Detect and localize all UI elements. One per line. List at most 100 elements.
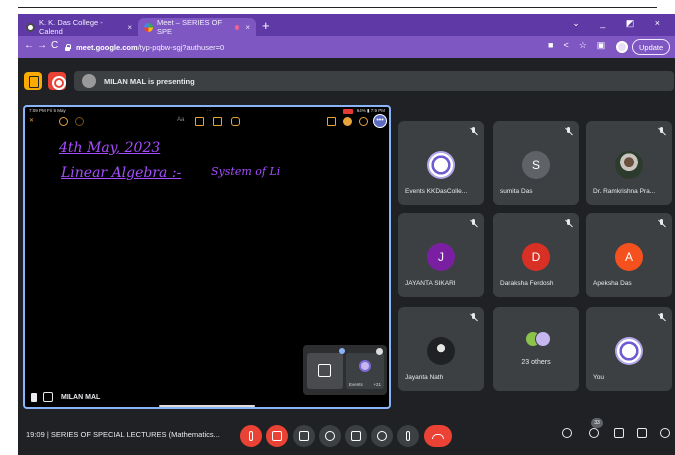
presenting-banner: MILAN MAL is presenting (74, 71, 674, 91)
pip-options-icon[interactable] (376, 348, 383, 355)
more-vert-icon (406, 431, 410, 441)
window-controls[interactable]: ⌄ _ ◩ × (572, 18, 669, 29)
participant-tile[interactable]: Dr. Ramkrishna Pra... (586, 121, 672, 205)
participant-avatar (427, 151, 455, 179)
others-label: 23 others (521, 359, 551, 366)
present-icon (351, 431, 361, 441)
captions-icon (299, 431, 309, 441)
meet-top-bar: MILAN MAL is presenting (18, 58, 675, 106)
presenter-name: MILAN MAL (61, 393, 101, 401)
more-options-button[interactable] (397, 425, 419, 447)
markup-icon (343, 117, 352, 126)
presenting-text: MILAN MAL is presenting (104, 76, 195, 86)
new-tab-button[interactable]: + (262, 18, 270, 33)
meet-favicon-icon (144, 22, 153, 32)
participant-name: JAYANTA SIKARI (405, 280, 456, 287)
participant-avatar: S (522, 151, 550, 179)
camera-button[interactable] (266, 425, 288, 447)
tab-search-icon[interactable]: ▣ (597, 40, 606, 51)
reload-icon[interactable]: C (51, 40, 58, 51)
chat-icon[interactable] (613, 427, 625, 439)
profile-avatar-icon[interactable] (616, 41, 628, 53)
leave-call-button[interactable] (424, 425, 452, 447)
participant-tile[interactable]: J JAYANTA SIKARI (398, 213, 484, 297)
url-field[interactable]: meet.google.com /typ-pqbw-sgj?authuser=0 (64, 39, 549, 55)
camera-in-use-icon[interactable]: ■ (548, 40, 553, 51)
tab-meet[interactable]: Meet – SERIES OF SPE × (138, 18, 256, 36)
participant-name: You (593, 374, 604, 381)
participant-tile[interactable]: 23 others (493, 307, 579, 391)
participant-avatar (427, 337, 455, 365)
home-indicator (159, 405, 255, 407)
participant-name: sumita Das (500, 188, 533, 195)
tab-strip: K. K. Das College - Calend × Meet – SERI… (18, 14, 675, 36)
tablet-time: 7:09 PM Fri 5 May (29, 108, 66, 113)
microphone-off-icon (249, 431, 253, 441)
emoji-icon (325, 431, 335, 441)
present-icon (318, 364, 331, 377)
microphone-button[interactable] (240, 425, 262, 447)
forward-arrow-icon[interactable]: → (37, 40, 47, 51)
close-tab-icon[interactable]: × (245, 23, 250, 32)
share-icon[interactable]: < (563, 40, 568, 51)
tab-calendar[interactable]: K. K. Das College - Calend × (20, 18, 138, 36)
present-button[interactable] (345, 425, 367, 447)
participant-avatar: A (615, 243, 643, 271)
presenter-label-bar: MILAN MAL (27, 389, 387, 405)
present-screen-tile (307, 353, 343, 389)
lock-icon (64, 43, 71, 51)
update-button[interactable]: Update (632, 39, 671, 55)
recording-dot-icon (234, 24, 240, 30)
meeting-time: 19:09 (26, 430, 45, 439)
participant-tile[interactable]: You (586, 307, 672, 391)
handwritten-line-1: 4th May, 2023 (59, 140, 161, 156)
meeting-info: 19:09 | SERIES OF SPECIAL LECTURES (Math… (26, 430, 220, 439)
people-icon[interactable] (588, 427, 600, 439)
participant-tile[interactable]: Events KKDasColle... (398, 121, 484, 205)
mic-off-icon (469, 127, 478, 136)
participant-name: Apeksha Das (593, 280, 632, 287)
mic-off-icon (469, 219, 478, 228)
undo-icon (59, 117, 68, 126)
meeting-details-icon[interactable] (561, 427, 573, 439)
tablet-dots: ··· (207, 108, 212, 113)
host-controls-icon[interactable] (659, 427, 671, 439)
self-view-pip[interactable]: Events +21 (303, 345, 387, 395)
participant-tile[interactable]: A Apeksha Das (586, 213, 672, 297)
handwritten-line-2: Linear Algebra :- (61, 165, 182, 181)
hand-icon (377, 431, 387, 441)
raise-hand-button[interactable] (371, 425, 393, 447)
meeting-title: SERIES OF SPECIAL LECTURES (Mathematics.… (50, 430, 220, 439)
table-icon (213, 117, 222, 126)
mic-off-icon (657, 127, 666, 136)
captions-button[interactable] (293, 425, 315, 447)
notes-toolbar: ✕ Aa ••• (29, 114, 389, 131)
checklist-icon (195, 117, 204, 126)
close-tab-icon[interactable]: × (127, 23, 132, 32)
participant-tile[interactable]: Ssumita Das (493, 121, 579, 205)
activities-icon[interactable] (24, 72, 42, 90)
pip-label: Events (349, 382, 363, 387)
participant-avatar: D (522, 243, 550, 271)
events-tile: Events +21 (346, 353, 384, 389)
mic-off-icon (564, 219, 573, 228)
recording-icon[interactable] (48, 72, 66, 90)
pin-icon[interactable] (31, 392, 37, 402)
presenter-avatar (82, 74, 96, 88)
activities-icon[interactable] (636, 427, 648, 439)
back-arrow-icon[interactable]: ← (24, 40, 34, 51)
college-favicon-icon (26, 22, 35, 32)
present-screen-icon[interactable] (43, 392, 53, 402)
reactions-button[interactable] (319, 425, 341, 447)
bookmark-star-icon[interactable]: ☆ (579, 40, 587, 51)
participant-avatar (615, 337, 643, 365)
participant-avatar (615, 151, 643, 179)
ellipsis-menu-icon: ••• (373, 114, 387, 128)
pip-count: +21 (373, 382, 381, 387)
mic-off-icon (657, 219, 666, 228)
college-seal-icon (359, 360, 371, 372)
url-path: /typ-pqbw-sgj?authuser=0 (137, 42, 225, 52)
tablet-status-bar: 7:09 PM Fri 5 May ··· 64% ▮ 7:9 PM (29, 108, 385, 116)
participant-tile[interactable]: Jayanta Nath (398, 307, 484, 391)
participant-tile[interactable]: D Daraksha Ferdosh (493, 213, 579, 297)
